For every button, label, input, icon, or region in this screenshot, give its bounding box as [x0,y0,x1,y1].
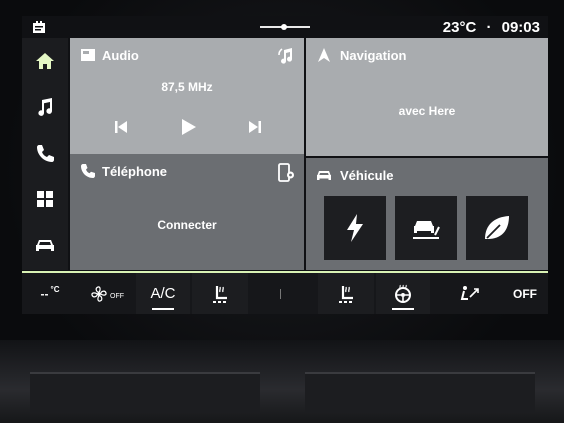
pull-down-handle[interactable] [260,24,310,30]
car-icon [36,240,54,251]
steering-wheel-heat-button[interactable] [376,273,430,314]
left-temperature-value: -- [40,286,49,301]
steering-heat-active-indicator [392,308,414,310]
sidebar-item-phone[interactable] [22,130,68,176]
left-seat-heat-button[interactable] [192,273,248,314]
seat-heating-icon [213,285,227,303]
lightning-icon [347,214,363,242]
clock-time: 09:03 [501,19,540,36]
infotainment-screen: 23°C · 09:03 Audio 87,5 MHz Navigation a… [22,16,548,314]
phone-settings-icon[interactable] [276,162,296,184]
fan-status: OFF [110,293,124,300]
airflow-button[interactable] [434,273,504,314]
audio-source-icon[interactable] [276,46,296,66]
phone-icon [37,145,54,162]
sidebar-item-vehicle[interactable] [22,222,68,268]
air-vent-left [30,372,260,412]
right-climate-off[interactable]: OFF [502,273,548,314]
phone-tile[interactable]: Téléphone Connecter [70,154,304,270]
left-temperature[interactable]: -- °C [22,273,78,314]
status-bar: 23°C · 09:03 [22,16,548,38]
leaf-icon [485,216,509,239]
fan-control[interactable]: OFF [78,273,136,314]
navigation-arrow-icon [318,48,330,62]
apps-icon [37,191,53,207]
airflow-icon [460,285,479,300]
audio-tile[interactable]: Audio 87,5 MHz [70,38,304,154]
previous-icon[interactable] [112,118,130,136]
phone-connect[interactable]: Connecter [70,218,304,232]
home-icon [36,53,54,69]
music-icon [38,98,53,116]
seat-heating-icon [339,285,353,303]
driving-assist-button[interactable] [395,196,457,260]
sidebar-item-home[interactable] [22,38,68,84]
climate-separator [272,273,288,314]
performance-mode-button[interactable] [324,196,386,260]
audio-title: Audio [102,48,139,63]
phone-title: Téléphone [102,164,168,179]
temperature-unit: °C [50,285,60,294]
navigation-title: Navigation [340,48,407,63]
next-icon[interactable] [246,118,264,136]
ac-label: A/C [150,285,176,302]
sidebar-item-music[interactable] [22,84,68,130]
status-separator: · [486,19,492,36]
car-icon [317,171,331,180]
outside-temperature: 23°C [442,19,477,36]
navigation-subtitle: avec Here [398,104,456,118]
navigation-tile[interactable]: Navigation avec Here [306,38,548,156]
steering-wheel-heat-icon [395,284,411,303]
car-lane-assist-icon [413,221,440,239]
sidebar-item-apps[interactable] [22,176,68,222]
ac-button[interactable]: A/C [136,273,190,314]
sidebar [22,38,68,270]
right-seat-heat-button[interactable] [318,273,374,314]
air-vent-right [305,372,535,412]
phone-icon [81,164,95,178]
vehicle-title: Véhicule [340,168,394,183]
ac-active-indicator [152,308,174,310]
fan-icon [91,285,107,302]
radio-icon [81,49,95,61]
status-clock: 23°C · 09:03 [443,19,540,36]
play-icon[interactable] [177,116,199,138]
climate-bar: -- °C OFF A/C OFF [22,273,548,314]
radio-frequency: 87,5 MHz [161,80,213,94]
eco-mode-button[interactable] [466,196,528,260]
notification-icon[interactable] [32,20,46,34]
